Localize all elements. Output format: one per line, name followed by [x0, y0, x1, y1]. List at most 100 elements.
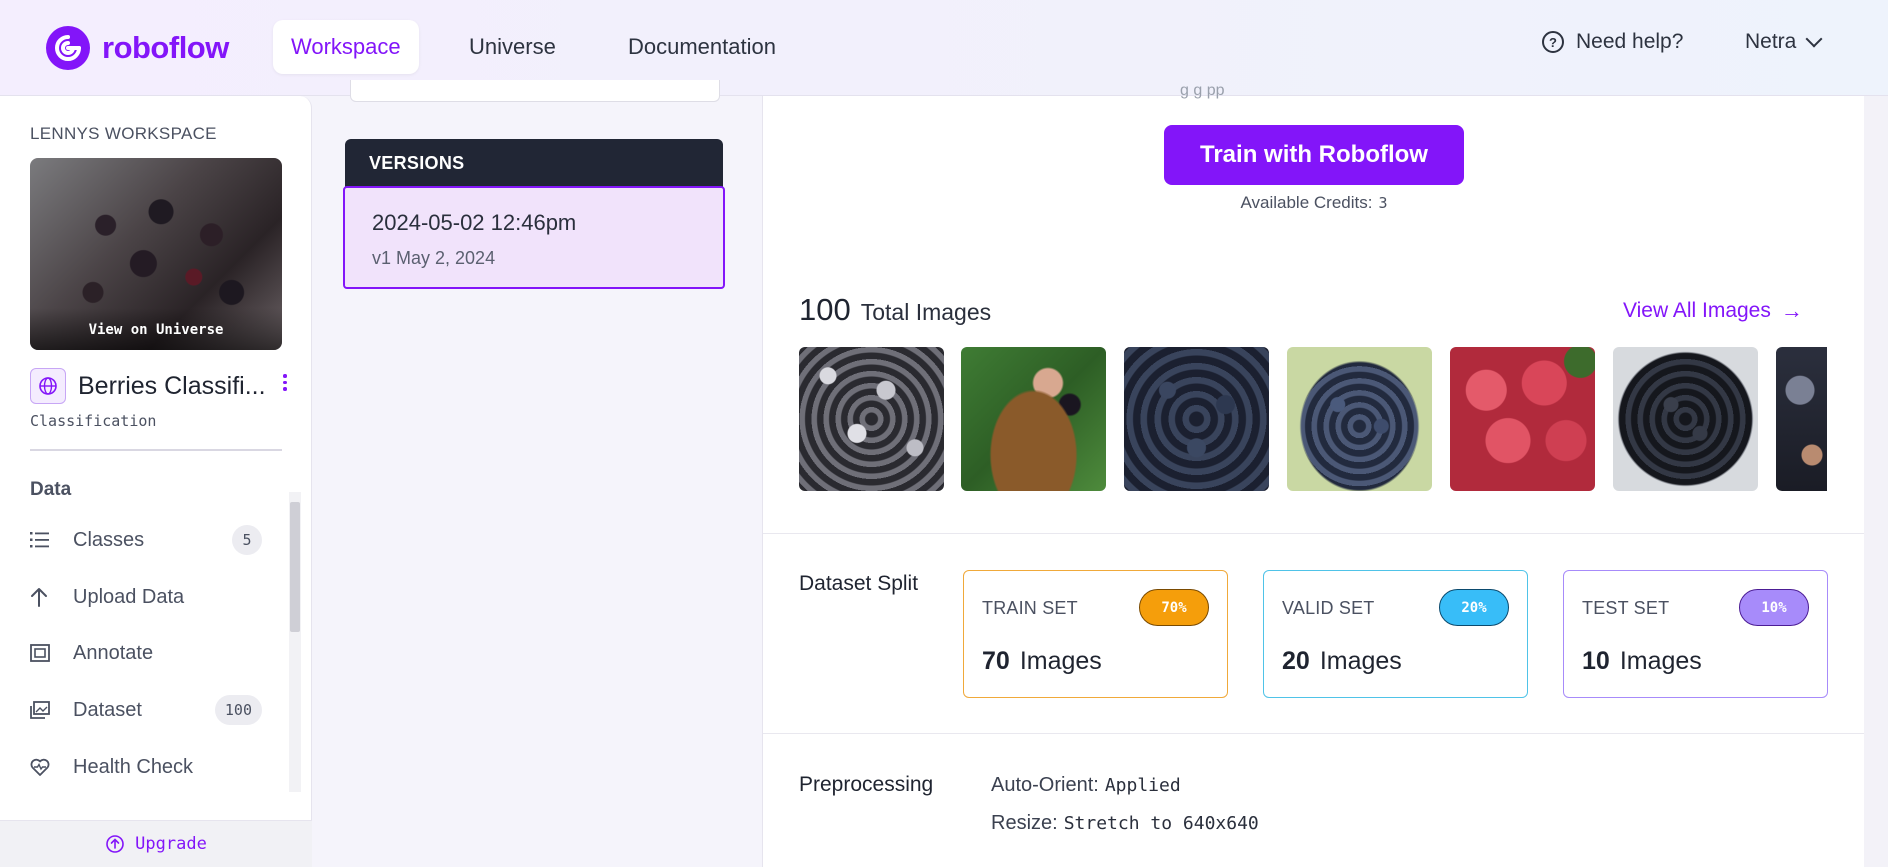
- train-set-card: TRAIN SET 70% 70 Images: [963, 570, 1228, 698]
- image-thumbnail[interactable]: [1287, 347, 1432, 491]
- sidebar-item-label: Dataset: [73, 698, 142, 721]
- clipped-description-text: g g pp: [1180, 82, 1225, 99]
- upload-arrow-icon: [30, 587, 56, 607]
- search-box-partial[interactable]: [350, 80, 720, 102]
- preprocessing-value: Applied: [1104, 775, 1181, 796]
- split-count: 70 Images: [982, 647, 1102, 676]
- split-name: TEST SET: [1582, 598, 1670, 618]
- split-percent-badge: 70%: [1139, 589, 1209, 626]
- project-thumbnail[interactable]: View on Universe: [30, 158, 282, 350]
- split-count-unit: Images: [1319, 647, 1402, 675]
- heart-pulse-icon: [30, 758, 56, 776]
- thumbnail-overlay: View on Universe: [30, 308, 282, 350]
- valid-set-card: VALID SET 20% 20 Images: [1263, 570, 1528, 698]
- top-nav: roboflow Workspace Universe Documentatio…: [0, 0, 1888, 96]
- help-link[interactable]: ? Need help?: [1542, 30, 1683, 54]
- split-percent-badge: 20%: [1439, 589, 1509, 626]
- dataset-count-badge: 100: [214, 695, 262, 725]
- preprocessing-key: Auto-Orient:: [991, 774, 1099, 796]
- split-name: TRAIN SET: [982, 598, 1078, 618]
- list-icon: [30, 531, 56, 549]
- credits-label: Available Credits:: [1240, 193, 1373, 212]
- sidebar-scrollbar[interactable]: [289, 492, 301, 792]
- arrow-right-icon: →: [1780, 298, 1803, 323]
- sidebar-item-dataset[interactable]: Dataset 100: [30, 690, 270, 730]
- user-menu[interactable]: Netra: [1745, 30, 1823, 54]
- credits-value: 3: [1378, 194, 1388, 212]
- image-thumbnail[interactable]: [799, 347, 944, 491]
- preprocessing-key: Resize:: [991, 812, 1058, 834]
- help-label: Need help?: [1576, 30, 1684, 53]
- sidebar-item-label: Health Check: [73, 755, 194, 778]
- project-type: Classification: [30, 412, 157, 430]
- image-thumbnail[interactable]: [1450, 347, 1595, 491]
- preprocessing-auto-orient: Auto-Orient: Applied: [991, 774, 1181, 797]
- sidebar-item-label: Upload Data: [73, 585, 185, 608]
- scroll-thumb[interactable]: [290, 502, 300, 632]
- image-thumbnail[interactable]: [1613, 347, 1758, 491]
- roboflow-logo-icon: [46, 26, 90, 70]
- sidebar-item-upload-data[interactable]: Upload Data: [30, 577, 270, 617]
- logo-text: roboflow: [102, 30, 229, 65]
- split-count-number: 10: [1582, 647, 1610, 675]
- preprocessing-value: Stretch to 640x640: [1063, 813, 1259, 834]
- versions-header: VERSIONS: [345, 139, 723, 187]
- page-gutter: [1864, 96, 1888, 867]
- preprocessing-label: Preprocessing: [799, 773, 934, 796]
- annotate-icon: [30, 644, 56, 662]
- tab-documentation[interactable]: Documentation: [610, 20, 794, 74]
- dataset-split-label: Dataset Split: [799, 572, 919, 595]
- kebab-menu-icon[interactable]: [282, 374, 288, 391]
- sidebar-item-health-check[interactable]: Health Check: [30, 747, 270, 787]
- version-subtitle: v1 May 2, 2024: [372, 248, 496, 268]
- preprocessing-resize: Resize: Stretch to 640x640: [991, 812, 1259, 835]
- upload-circle-icon: [106, 835, 124, 853]
- classes-count-badge: 5: [232, 525, 262, 555]
- chevron-down-icon: [1805, 30, 1823, 48]
- upgrade-button[interactable]: Upgrade: [0, 820, 312, 867]
- images-stack-icon: [30, 701, 56, 719]
- total-images-label: Total Images: [860, 299, 992, 325]
- split-count-unit: Images: [1619, 647, 1702, 675]
- tab-workspace[interactable]: Workspace: [273, 20, 419, 74]
- total-images-heading: 100 Total Images: [799, 292, 991, 328]
- view-all-label: View All Images: [1623, 299, 1771, 322]
- section-divider: [763, 533, 1864, 534]
- image-thumbnail[interactable]: [1124, 347, 1269, 491]
- sidebar-item-label: Classes: [73, 528, 145, 551]
- total-images-count: 100: [799, 292, 851, 327]
- section-divider: [763, 733, 1864, 734]
- workspace-label: LENNYS WORKSPACE: [30, 124, 217, 143]
- split-count: 10 Images: [1582, 647, 1702, 676]
- user-name: Netra: [1745, 30, 1797, 53]
- version-title: 2024-05-02 12:46pm: [372, 210, 577, 235]
- split-percent-badge: 10%: [1739, 589, 1809, 626]
- project-name[interactable]: Berries Classifi...: [78, 372, 266, 401]
- section-label-data: Data: [30, 479, 72, 500]
- available-credits: Available Credits: 3: [1164, 193, 1464, 213]
- sidebar-item-annotate[interactable]: Annotate: [30, 633, 270, 673]
- train-with-roboflow-button[interactable]: Train with Roboflow: [1164, 125, 1464, 185]
- upgrade-label: Upgrade: [135, 834, 207, 854]
- image-thumbnail[interactable]: [961, 347, 1106, 491]
- version-item[interactable]: 2024-05-02 12:46pm v1 May 2, 2024: [343, 186, 725, 289]
- image-thumbnails-strip: [799, 347, 1827, 491]
- tab-universe[interactable]: Universe: [451, 20, 574, 74]
- sidebar-item-label: Annotate: [73, 641, 154, 664]
- roboflow-logo[interactable]: roboflow: [46, 26, 229, 70]
- project-title-row: Berries Classifi...: [30, 368, 266, 404]
- test-set-card: TEST SET 10% 10 Images: [1563, 570, 1828, 698]
- sidebar-divider: [30, 449, 282, 451]
- split-name: VALID SET: [1282, 598, 1375, 618]
- sidebar-item-classes[interactable]: Classes 5: [30, 520, 270, 560]
- split-count-unit: Images: [1019, 647, 1102, 675]
- split-count-number: 20: [1282, 647, 1310, 675]
- question-circle-icon: ?: [1542, 31, 1564, 53]
- view-all-images-link[interactable]: View All Images →: [1623, 298, 1803, 324]
- globe-icon: [30, 368, 66, 404]
- split-count-number: 70: [982, 647, 1010, 675]
- split-count: 20 Images: [1282, 647, 1402, 676]
- image-thumbnail[interactable]: [1776, 347, 1827, 491]
- sidebar: LENNYS WORKSPACE View on Universe Berrie…: [0, 96, 312, 867]
- view-on-universe-link[interactable]: View on Universe: [89, 322, 224, 338]
